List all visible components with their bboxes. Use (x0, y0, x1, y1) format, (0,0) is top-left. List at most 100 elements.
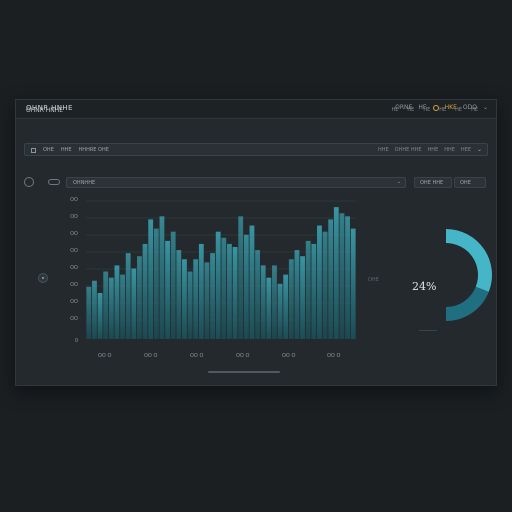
chart-bar (283, 274, 289, 339)
toolbar-item[interactable]: OHE (43, 147, 54, 153)
chart-bar (187, 271, 193, 339)
chart-bar (221, 237, 227, 339)
chart-bar (249, 225, 255, 339)
x-tick-label: OO O (98, 353, 112, 359)
y-tick-label: OO (70, 231, 78, 237)
chart-bar (125, 253, 131, 339)
range-select[interactable]: OHE HHE (414, 177, 452, 188)
chart-bar (120, 274, 125, 339)
y-tick-label: OO (70, 265, 78, 271)
gauge-divider (419, 330, 437, 331)
chevron-down-icon: ⌄ (396, 179, 401, 185)
square-icon[interactable] (31, 147, 36, 153)
chart-bar (288, 259, 294, 339)
chart-bar (272, 265, 277, 339)
chart-bar (266, 277, 272, 339)
sub-tab[interactable]: HE (471, 107, 478, 113)
gauge-side-label: OHE (368, 277, 379, 283)
chart-bar (305, 240, 311, 339)
chart-bar (232, 247, 238, 339)
y-tick-label: OO (70, 299, 78, 305)
period-select[interactable]: OHE (454, 177, 486, 188)
chart-bar (153, 228, 159, 339)
chart-bar (322, 231, 328, 339)
filter-dropdown[interactable]: OHNHHE ⌄ (66, 177, 406, 188)
chart-bar (92, 280, 97, 339)
chart-bar (260, 265, 266, 339)
x-tick-label: OO O (144, 353, 158, 359)
x-tick-label: OO O (190, 353, 204, 359)
chevron-down-icon[interactable]: ⌄ (477, 146, 482, 153)
toolbar-item[interactable]: HEE (461, 147, 471, 153)
y-tick-label: 0 (74, 338, 78, 344)
sub-tab[interactable]: HE (455, 107, 462, 113)
toolbar-item[interactable]: HHE (444, 147, 455, 153)
filter-pill-icon[interactable] (48, 179, 60, 185)
gauge-chart (446, 229, 492, 321)
y-tick-label: OO (70, 197, 78, 203)
chart-bar (255, 250, 260, 339)
toolbar-item[interactable]: HHE (61, 147, 72, 153)
chart-bar (170, 231, 176, 339)
chart-bar (86, 286, 92, 339)
period-label: OHE (460, 180, 471, 186)
sub-header-tabs: HE HE HE HE HE HE (391, 107, 478, 113)
chart-bar (108, 277, 114, 339)
chart-bar (159, 216, 165, 339)
horizontal-scrollbar[interactable] (208, 371, 280, 373)
chart-bar (328, 219, 334, 339)
chart-bar (176, 250, 182, 339)
gauge-segment (446, 229, 492, 292)
sub-tab[interactable]: HE (423, 107, 430, 113)
app-window: OHNR HNHE ORNE HE HKE ODO ⌄ OHNR HNHE HE… (15, 99, 497, 386)
toolbar-item[interactable]: OHHE HHE (395, 147, 422, 153)
chart-bar (148, 219, 154, 339)
y-tick-label: OO (70, 214, 78, 220)
chart-bar (114, 265, 120, 339)
sub-tab[interactable]: HE (391, 107, 398, 113)
y-tick-label: OO (70, 282, 78, 288)
chart-bar (97, 293, 103, 339)
chart-bar (210, 253, 215, 339)
chart-bar (317, 225, 322, 339)
chart-bar (227, 243, 232, 339)
chart-bar (350, 228, 356, 339)
chart-bar (300, 256, 305, 339)
chart-bar (277, 283, 283, 339)
chart-bar (333, 207, 339, 339)
toolbar-item[interactable]: HHHRE OHE (79, 147, 109, 153)
x-tick-label: OO O (236, 353, 250, 359)
chart-bar (142, 243, 148, 339)
sub-tab[interactable]: HE (407, 107, 414, 113)
chevron-down-icon[interactable]: ⌄ (483, 104, 488, 111)
y-tick-label: OO (70, 248, 78, 254)
toolbar-item[interactable]: HHE (428, 147, 439, 153)
x-tick-label: OO O (282, 353, 296, 359)
chart-bar (137, 256, 142, 339)
chart-bar (204, 262, 210, 339)
chart-bar (238, 216, 244, 339)
section-title: OHNR HNHE (26, 107, 64, 114)
chart-bar (193, 259, 199, 339)
toolbar-left: OHE HHE HHHRE OHE (31, 147, 109, 153)
sub-tab[interactable]: HE (439, 107, 446, 113)
chart-bar (294, 250, 300, 339)
refresh-icon[interactable] (24, 177, 34, 187)
chart-bar (215, 231, 221, 339)
toolbar-right: HHE OHHE HHE HHE HHE HEE (378, 147, 471, 153)
side-nav-dot[interactable] (38, 273, 48, 283)
chart-bar (345, 216, 350, 339)
toolbar: OHE HHE HHHRE OHE HHE OHHE HHE HHE HHE H… (24, 143, 488, 156)
gauge-segment (446, 286, 489, 321)
gauge-value: 24% (412, 280, 437, 293)
chart-bar (131, 268, 137, 339)
chart-bar (103, 271, 109, 339)
x-tick-label: OO O (327, 353, 341, 359)
range-label: OHE HHE (420, 180, 444, 186)
toolbar-item[interactable]: HHE (378, 147, 389, 153)
chart-bar (243, 234, 249, 339)
y-tick-label: OO (70, 316, 78, 322)
filter-label: OHNHHE (73, 180, 96, 186)
chart-bar (339, 213, 345, 339)
chart-bar (182, 259, 187, 339)
